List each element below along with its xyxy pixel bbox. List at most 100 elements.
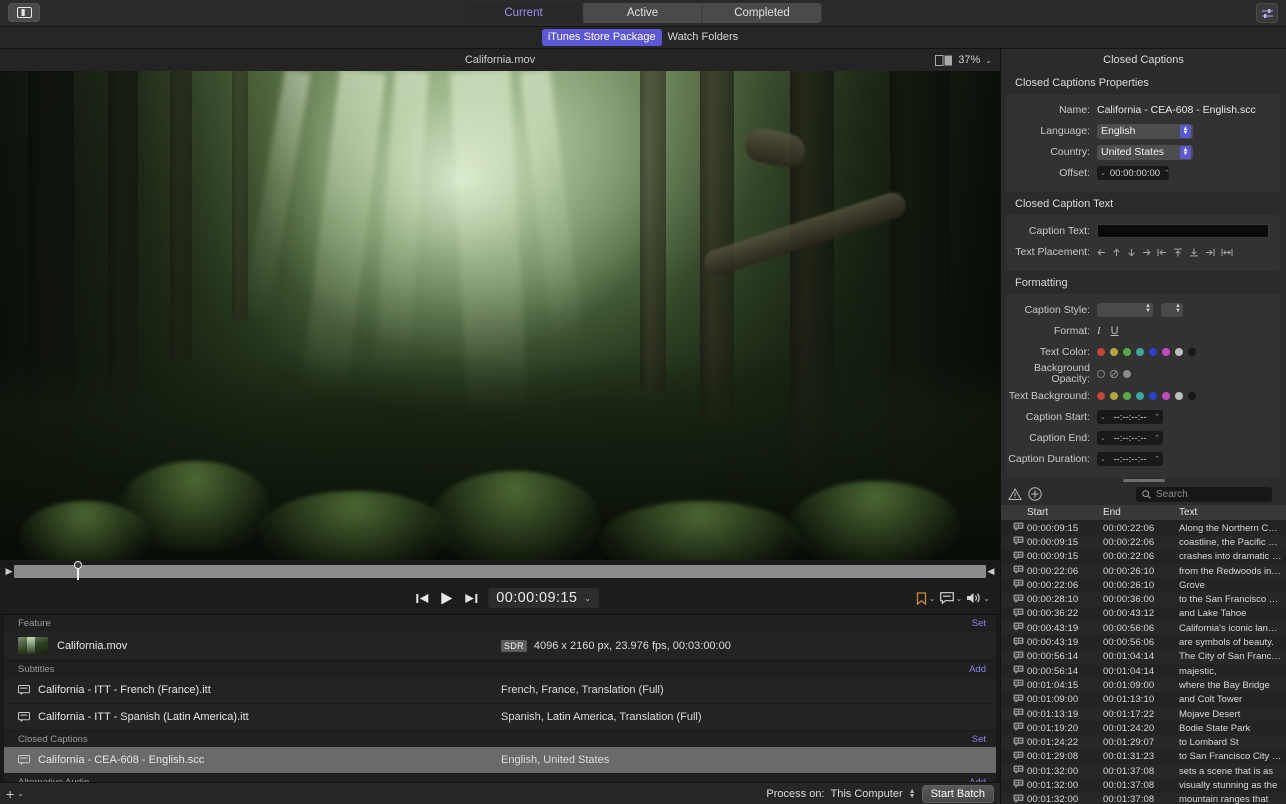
marker-chevron-down-icon[interactable]: ⌄ xyxy=(929,594,936,603)
opacity-semi-option[interactable] xyxy=(1110,370,1118,378)
caption-row[interactable]: 00:01:32:00 00:01:37:08 visually stunning … xyxy=(1001,778,1286,792)
skip-to-end-button[interactable] xyxy=(464,592,478,605)
sidebar-toggle-button[interactable] xyxy=(8,3,40,22)
align-right-edge-icon[interactable] xyxy=(1205,248,1215,257)
color-swatch-3[interactable] xyxy=(1136,348,1144,356)
color-swatch-1[interactable] xyxy=(1110,348,1118,356)
caption-start-decrement-icon[interactable]: ⌄ xyxy=(1100,413,1106,421)
caption-row[interactable]: 00:01:13:19 00:01:17:22 Mojave Desert xyxy=(1001,706,1286,722)
align-left-edge-icon[interactable] xyxy=(1157,248,1167,257)
subtab-itunes-store-package[interactable]: iTunes Store Package xyxy=(541,29,662,46)
country-chevron-updown-icon[interactable]: ▲ ▼ xyxy=(1180,145,1191,159)
caption-row[interactable]: 00:00:09:15 00:00:22:06 crashes into drama… xyxy=(1001,550,1286,564)
start-batch-button[interactable]: Start Batch xyxy=(921,784,994,803)
arrow-up-icon[interactable] xyxy=(1112,247,1121,257)
color-swatch-6[interactable] xyxy=(1175,348,1183,356)
scrub-start-arrow-icon[interactable]: ▶ xyxy=(4,566,14,577)
settings-button[interactable] xyxy=(1256,3,1278,23)
col-start-header[interactable]: Start xyxy=(1027,507,1103,518)
color-swatch-7[interactable] xyxy=(1188,392,1196,400)
marker-button[interactable]: ⌄ xyxy=(916,591,936,605)
caption-duration-decrement-icon[interactable]: ⌄ xyxy=(1100,455,1106,463)
caption-end-increment-icon[interactable]: ⌃ xyxy=(1154,434,1160,442)
tab-active[interactable]: Active xyxy=(584,3,703,23)
arrow-down-icon[interactable] xyxy=(1127,248,1136,257)
timecode-chevron-down-icon[interactable]: ⌄ xyxy=(584,594,591,603)
tab-current[interactable]: Current xyxy=(464,3,584,23)
caption-start-field[interactable]: ⌄ --:--:--:-- ⌃ xyxy=(1097,410,1163,424)
zoom-level-label[interactable]: 37% xyxy=(958,54,980,66)
timeline-track[interactable] xyxy=(14,560,986,580)
caption-row[interactable]: 00:00:09:15 00:00:22:06 Along the Northern… xyxy=(1001,521,1286,535)
add-chevron-down-icon[interactable]: ⌄ xyxy=(17,789,24,798)
zoom-chevron-down-icon[interactable]: ⌄ xyxy=(985,56,992,65)
offset-decrement-icon[interactable]: ⌄ xyxy=(1100,169,1106,177)
color-swatch-0[interactable] xyxy=(1097,348,1105,356)
color-swatch-5[interactable] xyxy=(1162,348,1170,356)
offset-increment-icon[interactable]: ⌃ xyxy=(1164,169,1170,177)
opacity-solid-option[interactable] xyxy=(1123,370,1131,378)
offset-field[interactable]: ⌄ 00:00:00:00 ⌃ xyxy=(1097,166,1170,180)
skip-to-start-button[interactable] xyxy=(415,592,429,605)
status-segmented-control[interactable]: Current Active Completed xyxy=(464,3,822,23)
fit-width-icon[interactable] xyxy=(1221,248,1233,257)
caption-style-options-select[interactable]: ▲ ▼ xyxy=(1161,303,1183,317)
caption-row[interactable]: 00:01:32:00 00:01:37:08 mountain ranges th… xyxy=(1001,792,1286,804)
caption-display-button[interactable]: ⌄ xyxy=(939,592,963,604)
align-top-edge-icon[interactable] xyxy=(1173,248,1183,257)
caption-row[interactable]: 00:00:56:14 00:01:04:14 The City of San Fr… xyxy=(1001,649,1286,664)
video-preview[interactable] xyxy=(0,71,1000,560)
arrow-left-icon[interactable] xyxy=(1097,248,1106,257)
current-timecode-field[interactable]: 00:00:09:15 ⌄ xyxy=(488,588,600,608)
color-swatch-7[interactable] xyxy=(1188,348,1196,356)
file-row[interactable]: California - ITT - French (France).itt Fr… xyxy=(4,677,996,704)
color-swatch-2[interactable] xyxy=(1123,348,1131,356)
warning-triangle-icon[interactable] xyxy=(1008,487,1022,501)
file-group-action[interactable]: Add xyxy=(969,664,986,675)
opacity-transparent-option[interactable] xyxy=(1097,370,1105,378)
col-text-header[interactable]: Text xyxy=(1179,507,1286,518)
file-row[interactable]: California.mov SDR 4096 x 2160 px, 23.976 … xyxy=(4,631,996,661)
file-group-action[interactable]: Set xyxy=(972,618,986,629)
caption-end-field[interactable]: ⌄ --:--:--:-- ⌃ xyxy=(1097,431,1163,445)
language-chevron-updown-icon[interactable]: ▲ ▼ xyxy=(1180,124,1191,138)
caption-row[interactable]: 00:01:29:08 00:01:31:23 to San Francisco C… xyxy=(1001,750,1286,764)
caption-row[interactable]: 00:00:22:06 00:00:26:10 from the Redwoods … xyxy=(1001,563,1286,579)
playhead-handle[interactable] xyxy=(74,560,83,580)
color-swatch-4[interactable] xyxy=(1149,392,1157,400)
arrow-right-icon[interactable] xyxy=(1142,248,1151,257)
caption-end-decrement-icon[interactable]: ⌄ xyxy=(1100,434,1106,442)
fit-screen-icon[interactable] xyxy=(935,54,953,66)
caption-list-rows[interactable]: 00:00:09:15 00:00:22:06 Along the Northern… xyxy=(1001,521,1286,804)
caption-row[interactable]: 00:00:36:22 00:00:43:12 and Lake Tahoe xyxy=(1001,607,1286,621)
col-end-header[interactable]: End xyxy=(1103,507,1179,518)
caption-row[interactable]: 00:01:09:00 00:01:13:10 and Colt Tower xyxy=(1001,693,1286,707)
caption-chevron-down-icon[interactable]: ⌄ xyxy=(956,594,963,603)
color-swatch-0[interactable] xyxy=(1097,392,1105,400)
color-swatch-3[interactable] xyxy=(1136,392,1144,400)
caption-row[interactable]: 00:00:28:10 00:00:36:00 to the San Francis… xyxy=(1001,592,1286,607)
color-swatch-1[interactable] xyxy=(1110,392,1118,400)
caption-row[interactable]: 00:01:24:22 00:01:29:07 to Lombard St xyxy=(1001,735,1286,750)
color-swatch-5[interactable] xyxy=(1162,392,1170,400)
align-bottom-edge-icon[interactable] xyxy=(1189,247,1199,257)
caption-duration-increment-icon[interactable]: ⌃ xyxy=(1154,455,1160,463)
add-job-button[interactable]: + ⌄ xyxy=(6,786,24,802)
scrub-end-arrow-icon[interactable]: ◀ xyxy=(986,566,996,577)
caption-row[interactable]: 00:01:19:20 00:01:24:20 Bodie State Park xyxy=(1001,721,1286,735)
process-on-select[interactable]: This Computer ▲ ▼ xyxy=(831,788,916,800)
caption-row[interactable]: 00:00:56:14 00:01:04:14 majestic, xyxy=(1001,664,1286,678)
volume-chevron-down-icon[interactable]: ⌄ xyxy=(983,594,990,603)
caption-row[interactable]: 00:00:09:15 00:00:22:06 coastline, the Pac… xyxy=(1001,535,1286,550)
file-group-action[interactable]: Set xyxy=(972,734,986,745)
subtab-watch-folders[interactable]: Watch Folders xyxy=(662,29,745,46)
caption-start-increment-icon[interactable]: ⌃ xyxy=(1154,413,1160,421)
caption-duration-field[interactable]: ⌄ --:--:--:-- ⌃ xyxy=(1097,452,1163,466)
caption-text-input[interactable] xyxy=(1097,224,1269,238)
caption-style-chevron-updown-icon[interactable]: ▲ ▼ xyxy=(1145,303,1151,314)
file-row[interactable]: California - ITT - Spanish (Latin Americ… xyxy=(4,704,996,731)
caption-row[interactable]: 00:00:43:19 00:00:56:06 California's iconi… xyxy=(1001,621,1286,636)
color-swatch-2[interactable] xyxy=(1123,392,1131,400)
caption-search-box[interactable]: Search xyxy=(1136,486,1272,502)
caption-style-options-chevron-updown-icon[interactable]: ▲ ▼ xyxy=(1175,303,1181,314)
